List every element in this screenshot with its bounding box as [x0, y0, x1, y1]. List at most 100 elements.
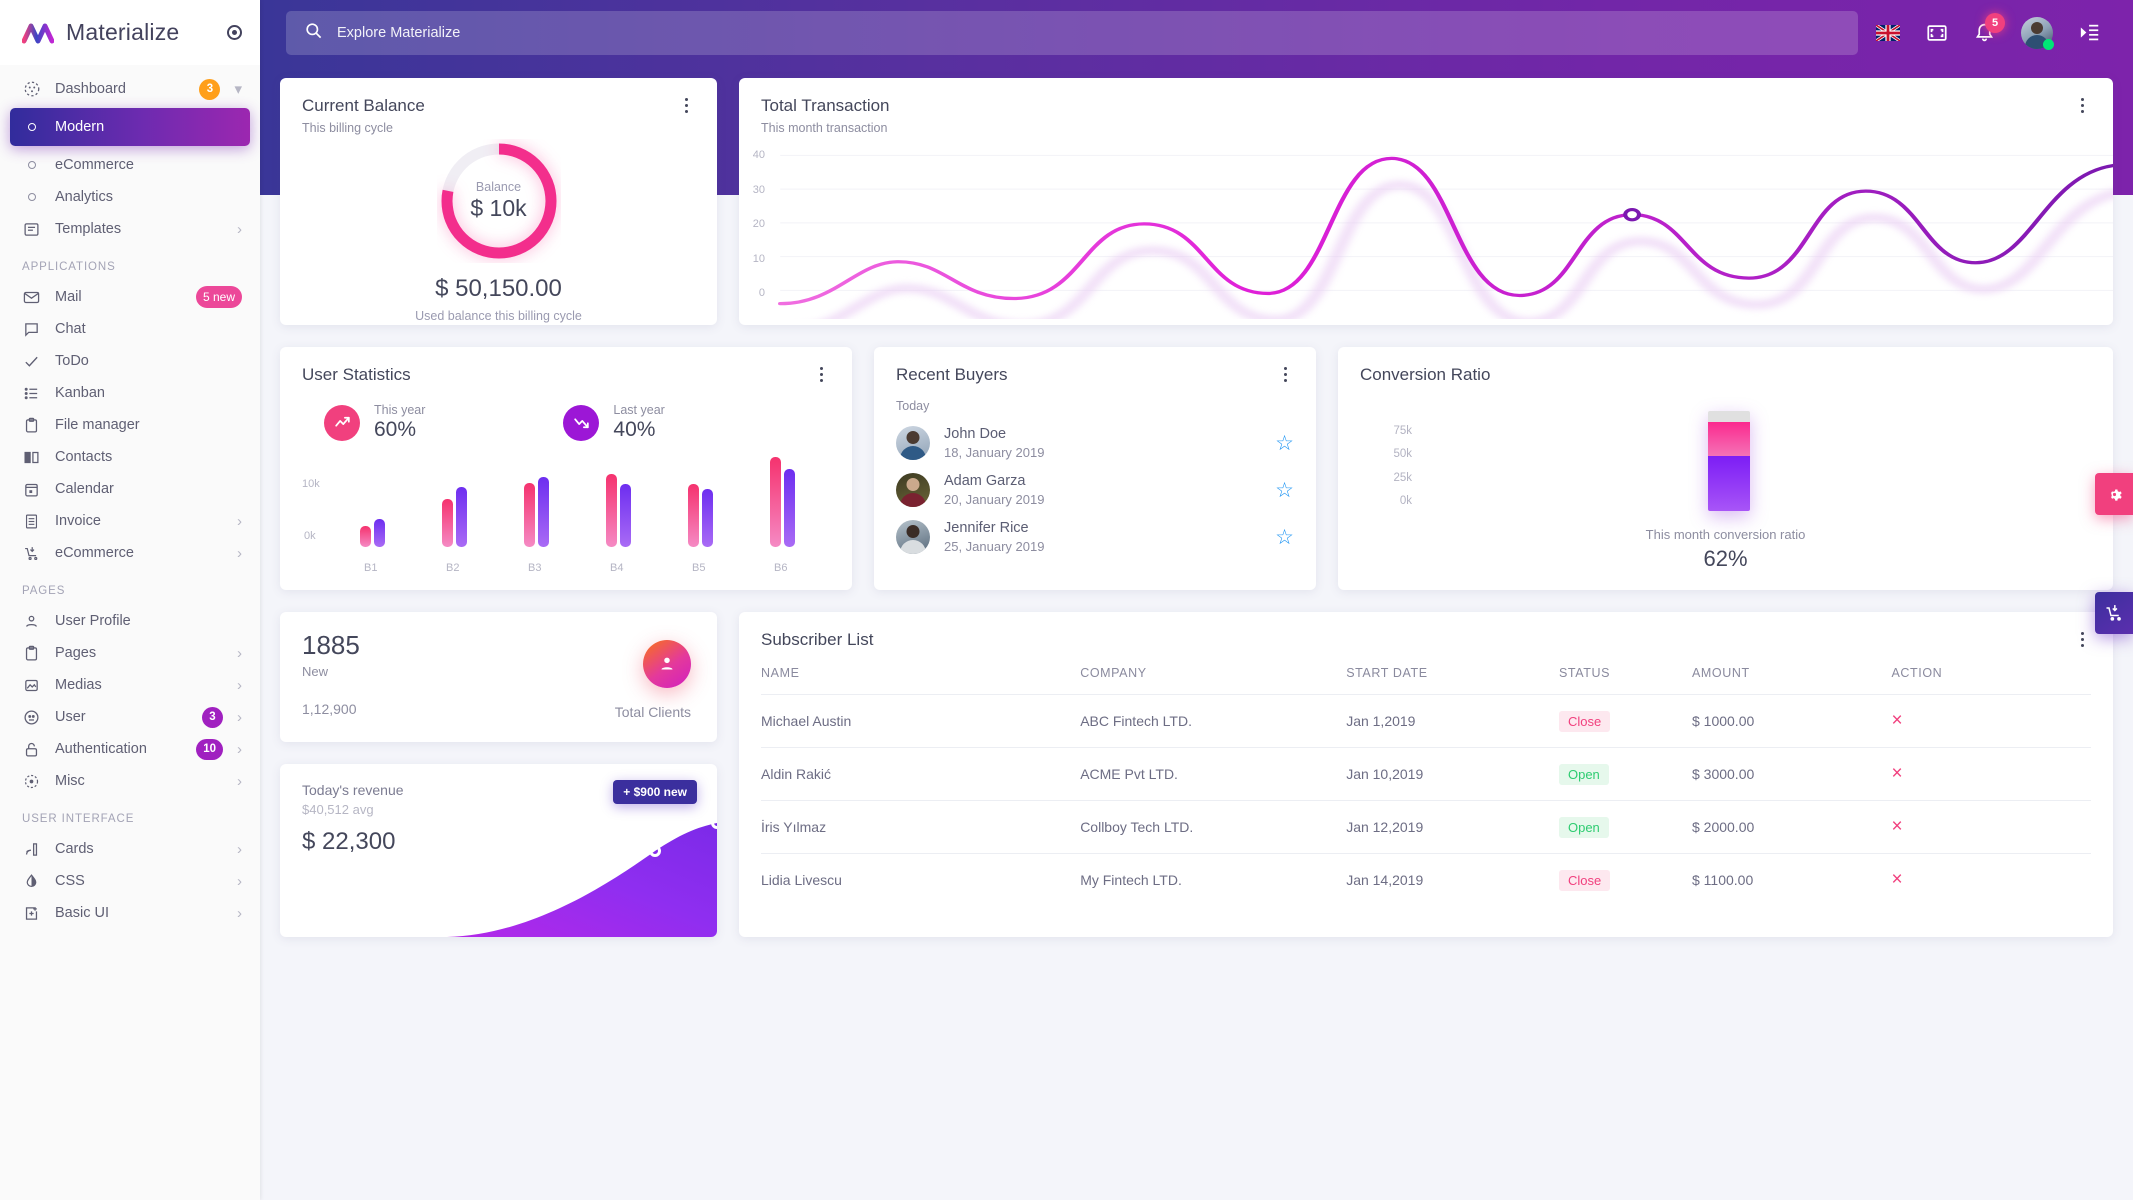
cell-start: Jan 14,2019 [1346, 872, 1424, 888]
conversion-ratio-card: Conversion Ratio 75k 50k 25k 0k This mon… [1338, 347, 2113, 590]
sidebar-item-chat[interactable]: Chat [0, 313, 260, 345]
sidebar-item-file-manager[interactable]: File manager [0, 409, 260, 441]
balance-donut-chart: Balance $ 10k [302, 139, 695, 263]
book-icon [22, 448, 41, 467]
sidebar-item-invoice[interactable]: Invoice › [0, 505, 260, 537]
chevron-right-icon: › [237, 904, 242, 922]
cell-start: Jan 10,2019 [1346, 747, 1559, 801]
sidebar-item-label: CSS [55, 873, 85, 889]
conversion-percent: 62% [1703, 546, 1748, 571]
sidebar-item-cards[interactable]: Cards › [0, 833, 260, 865]
list-item[interactable]: John Doe 18, January 2019 ☆ [896, 426, 1294, 460]
bullet-icon [22, 193, 41, 201]
cell-amount: $ 1000.00 [1691, 694, 1892, 748]
sidebar-item-misc[interactable]: Misc › [0, 765, 260, 797]
card-subtitle: This billing cycle [302, 121, 394, 135]
delete-icon[interactable]: × [1891, 763, 1902, 784]
sidebar-item-medias[interactable]: Medias › [0, 669, 260, 701]
bullet-icon [22, 161, 41, 169]
sidebar-badge-dashboard: 3 [199, 78, 221, 100]
chevron-right-icon: › [237, 740, 242, 758]
delete-icon[interactable]: × [1891, 816, 1902, 837]
flag-uk-icon[interactable] [1876, 24, 1900, 41]
sidebar-item-pages[interactable]: Pages › [0, 637, 260, 669]
chevron-right-icon: › [237, 644, 242, 662]
sidebar-item-modern[interactable]: Modern [10, 108, 250, 146]
sidebar-section-user-interface: USER INTERFACE [22, 813, 135, 825]
card-menu-icon[interactable] [677, 96, 695, 114]
sidebar-item-authentication[interactable]: Authentication 10 › [0, 733, 260, 765]
status-badge: Close [1558, 869, 1611, 891]
sidebar-pin-icon[interactable] [227, 25, 242, 40]
bell-icon[interactable]: 5 [1974, 13, 2005, 43]
sidebar-item-label: Invoice [55, 513, 101, 529]
card-menu-icon[interactable] [2073, 96, 2091, 114]
sidebar-item-label: Misc [55, 773, 85, 789]
cell-company: My Fintech LTD. [1080, 872, 1182, 888]
avatar[interactable] [2021, 16, 2054, 50]
sidebar-badge-user: 3 [202, 706, 223, 728]
delete-icon[interactable]: × [1891, 710, 1902, 731]
cell-company: ABC Fintech LTD. [1080, 694, 1347, 748]
x-tick-b1: B1 [364, 562, 378, 574]
sidebar-item-todo[interactable]: ToDo [0, 345, 260, 377]
stat-value: 40% [613, 418, 656, 441]
search-icon [304, 21, 323, 45]
card-menu-icon[interactable] [2073, 630, 2091, 648]
sidebar-item-templates[interactable]: Templates › [0, 213, 260, 245]
star-icon[interactable]: ☆ [1275, 433, 1294, 454]
sidebar-item-basic-ui[interactable]: Basic UI › [0, 897, 260, 929]
clipboard-icon [22, 644, 41, 663]
sidebar-item-analytics[interactable]: Analytics [0, 181, 260, 213]
image-icon [22, 676, 41, 695]
sidebar-item-label: Contacts [55, 449, 113, 465]
card-menu-icon[interactable] [1276, 365, 1294, 383]
delete-icon[interactable]: × [1891, 869, 1902, 890]
x-tick-b3: B3 [528, 562, 542, 574]
donut-label: Balance [475, 180, 522, 194]
clipboard-icon [22, 416, 41, 435]
sidebar-item-ecommerce[interactable]: eCommerce › [0, 537, 260, 569]
sidebar-item-css[interactable]: CSS › [0, 865, 260, 897]
stat-label: This year [374, 403, 426, 417]
cart-icon[interactable] [2095, 592, 2133, 634]
cell-company: Collboy Tech LTD. [1080, 800, 1347, 854]
list-item[interactable]: Jennifer Rice 25, January 2019 ☆ [896, 520, 1294, 554]
conversion-ratio-chart: 75k 50k 25k 0k [1360, 411, 2091, 511]
sidebar-item-user-profile[interactable]: User Profile [0, 605, 260, 637]
stat-label: Last year [613, 403, 665, 417]
lock-icon [22, 740, 41, 759]
status-badge: Open [1558, 816, 1609, 838]
sidebar-item-kanban[interactable]: Kanban [0, 377, 260, 409]
sidebar-item-user[interactable]: User 3 › [0, 701, 260, 733]
dashboard-icon [22, 80, 41, 99]
col-start: START DATE [1346, 650, 1559, 695]
sidebar-item-dashboard[interactable]: Dashboard 3 ▾ [0, 73, 260, 105]
y-tick-20: 20 [752, 218, 765, 230]
subscriber-list-card: Subscriber List NAME COMPANY START DATE … [739, 612, 2113, 937]
sidebar-item-label: Basic UI [55, 905, 109, 921]
mail-icon [22, 288, 41, 307]
table-header-row: NAME COMPANY START DATE STATUS AMOUNT AC… [761, 650, 2091, 695]
list-item[interactable]: Adam Garza 20, January 2019 ☆ [896, 473, 1294, 507]
fullscreen-icon[interactable] [1926, 22, 1948, 44]
search-input[interactable]: Explore Materialize [286, 10, 1858, 55]
settings-gear-icon[interactable] [2095, 473, 2133, 515]
sidebar-item-ecommerce-dash[interactable]: eCommerce [0, 149, 260, 181]
sidebar-badge-authentication: 10 [196, 738, 223, 760]
cell-status: Close [1558, 694, 1692, 748]
stat-this-year: This year 60% [324, 403, 425, 442]
table-row: Aldin Rakić ACME Pvt LTD. Jan 10,2019 Op… [761, 747, 2091, 801]
sidebar-item-mail[interactable]: Mail 5 new [0, 281, 260, 313]
sidebar-item-label: Medias [55, 677, 102, 693]
card-menu-icon[interactable] [812, 365, 830, 383]
menu-right-icon[interactable] [2079, 22, 2101, 44]
sidebar-item-calendar[interactable]: Calendar [0, 473, 260, 505]
row-stats-buyers-conversion: User Statistics This year 60% Last year … [280, 347, 2113, 590]
sidebar-item-contacts[interactable]: Contacts [0, 441, 260, 473]
star-icon[interactable]: ☆ [1275, 527, 1294, 548]
sidebar-item-label: Calendar [55, 481, 114, 497]
star-icon[interactable]: ☆ [1275, 480, 1294, 501]
clients-new-label: New [302, 664, 329, 679]
cards-icon [22, 840, 41, 859]
